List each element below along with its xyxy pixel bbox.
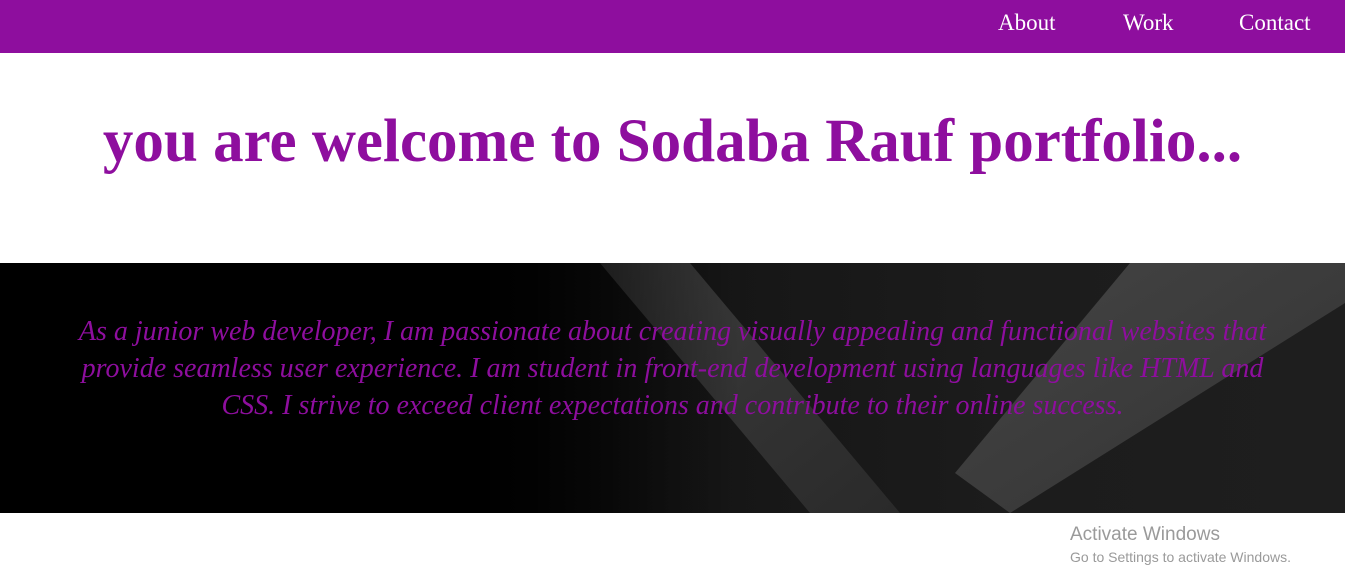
about-section: As a junior web developer, I am passiona…	[0, 263, 1345, 513]
hero-title: you are welcome to Sodaba Rauf portfolio…	[102, 108, 1243, 175]
about-paragraph: As a junior web developer, I am passiona…	[78, 316, 1267, 421]
activate-windows-subtitle: Go to Settings to activate Windows.	[1070, 549, 1291, 565]
nav-link-contact[interactable]: Contact	[1239, 9, 1311, 37]
activate-windows-title: Activate Windows	[1070, 524, 1220, 545]
nav-link-work[interactable]: Work	[1123, 9, 1174, 37]
nav-link-about[interactable]: About	[998, 9, 1056, 37]
top-navbar: About Work Contact	[0, 0, 1345, 53]
